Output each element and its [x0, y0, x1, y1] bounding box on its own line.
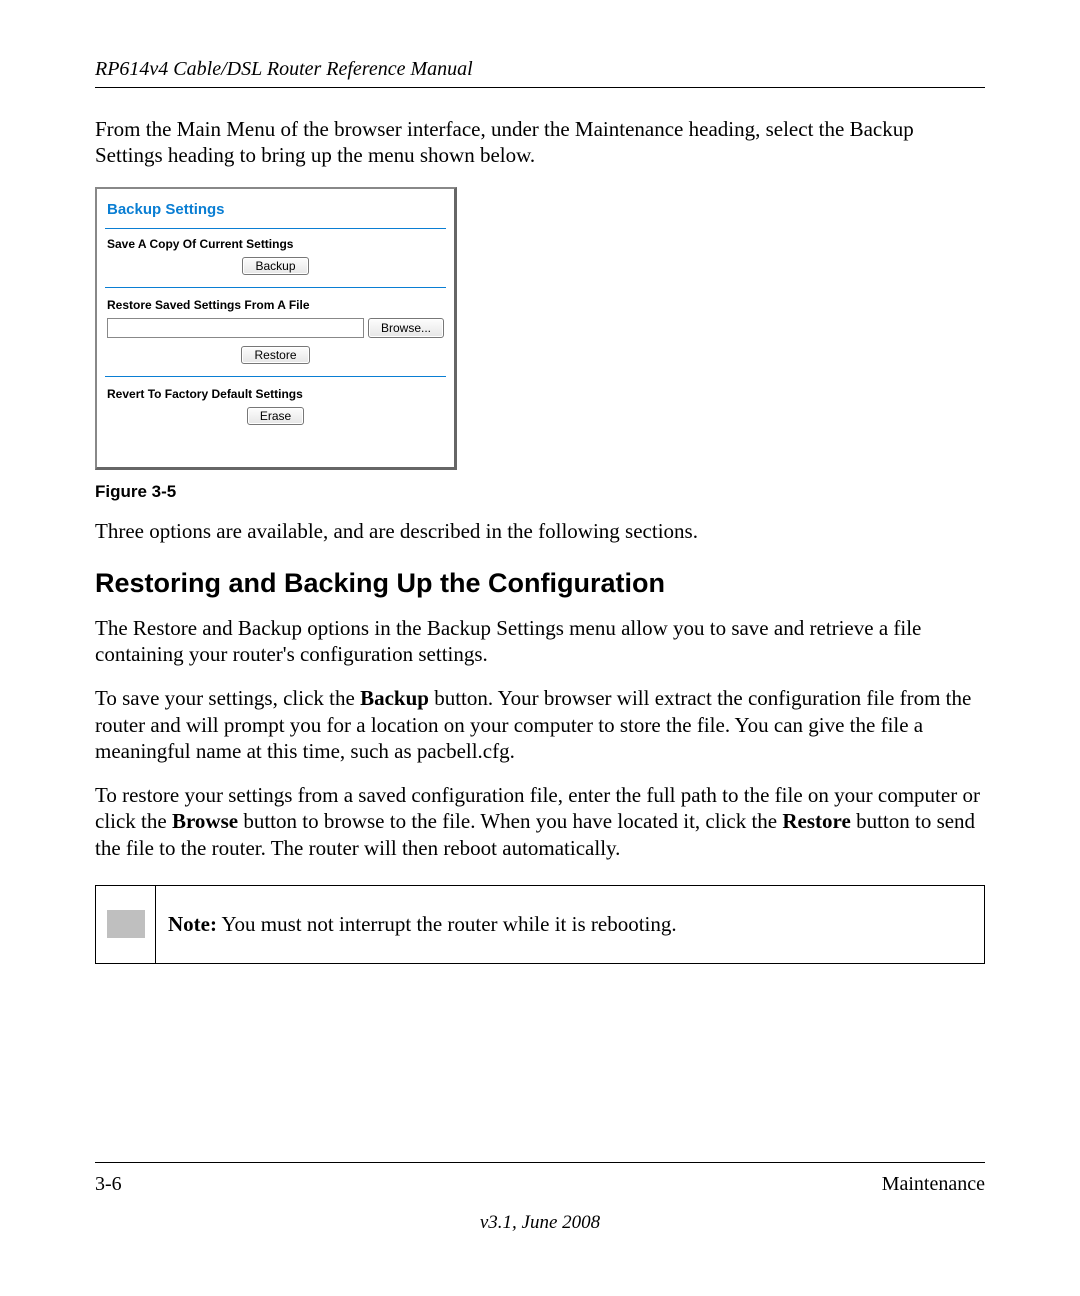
- paragraph-1: The Restore and Backup options in the Ba…: [95, 615, 985, 668]
- header-rule: [95, 87, 985, 88]
- browse-button[interactable]: Browse...: [368, 318, 444, 338]
- note-box: Note: You must not interrupt the router …: [95, 885, 985, 964]
- para2-backup-bold: Backup: [360, 686, 429, 710]
- page-footer: 3-6 Maintenance: [95, 1162, 985, 1196]
- figure-caption: Figure 3-5: [95, 482, 985, 502]
- footer-version: v3.1, June 2008: [0, 1212, 1080, 1234]
- save-label: Save A Copy Of Current Settings: [107, 237, 444, 251]
- erase-button[interactable]: Erase: [247, 407, 304, 425]
- save-section: Save A Copy Of Current Settings Backup: [105, 228, 446, 288]
- para3-restore-bold: Restore: [782, 809, 850, 833]
- footer-chapter: Maintenance: [882, 1173, 985, 1196]
- restore-file-input[interactable]: [107, 318, 364, 338]
- revert-label: Revert To Factory Default Settings: [107, 387, 444, 401]
- backup-settings-panel: Backup Settings Save A Copy Of Current S…: [95, 187, 457, 470]
- footer-page-number: 3-6: [95, 1173, 122, 1196]
- intro-paragraph: From the Main Menu of the browser interf…: [95, 116, 985, 169]
- para3-browse-bold: Browse: [172, 809, 238, 833]
- para3-mid: button to browse to the file. When you h…: [238, 809, 782, 833]
- note-label: Note:: [168, 912, 217, 936]
- restore-button[interactable]: Restore: [241, 346, 309, 364]
- restore-label: Restore Saved Settings From A File: [107, 298, 444, 312]
- figure-backup-settings: Backup Settings Save A Copy Of Current S…: [95, 187, 985, 470]
- section-heading-restoring: Restoring and Backing Up the Configurati…: [95, 568, 985, 599]
- doc-header-title: RP614v4 Cable/DSL Router Reference Manua…: [95, 58, 985, 81]
- revert-section: Revert To Factory Default Settings Erase: [105, 379, 446, 437]
- backup-button[interactable]: Backup: [242, 257, 308, 275]
- note-icon-cell: [96, 886, 156, 963]
- note-body: You must not interrupt the router while …: [217, 912, 677, 936]
- paragraph-2: To save your settings, click the Backup …: [95, 685, 985, 764]
- panel-title: Backup Settings: [105, 197, 446, 228]
- footer-rule: [95, 1162, 985, 1163]
- note-icon: [107, 910, 145, 938]
- paragraph-3: To restore your settings from a saved co…: [95, 782, 985, 861]
- para2-pre: To save your settings, click the: [95, 686, 360, 710]
- after-figure-paragraph: Three options are available, and are des…: [95, 518, 985, 544]
- note-text: Note: You must not interrupt the router …: [156, 886, 984, 963]
- restore-section: Restore Saved Settings From A File Brows…: [105, 290, 446, 377]
